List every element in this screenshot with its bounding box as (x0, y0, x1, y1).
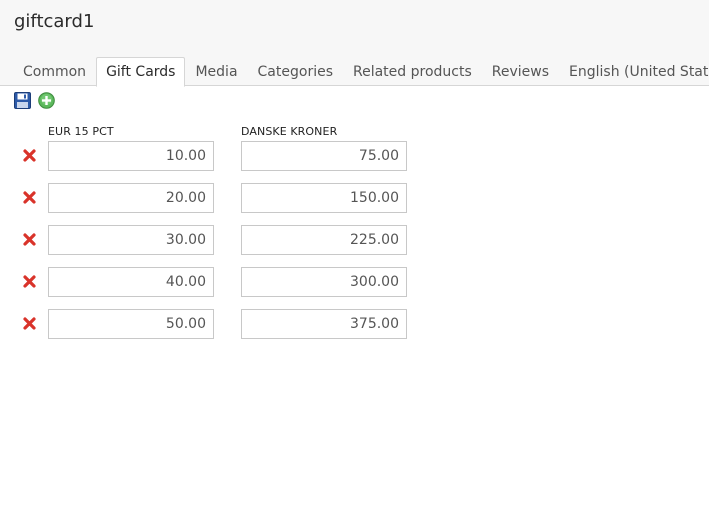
toolbar (14, 91, 62, 109)
dkk-amount-field[interactable]: 225.00 (241, 225, 407, 255)
eur-amount-field[interactable]: 20.00 (48, 183, 214, 213)
add-icon[interactable] (38, 91, 55, 109)
delete-icon[interactable] (23, 233, 36, 246)
delete-icon[interactable] (23, 149, 36, 162)
dkk-amount-field[interactable]: 375.00 (241, 309, 407, 339)
page-header: giftcard1 Common Gift Cards Media Catego… (0, 0, 709, 87)
delete-icon[interactable] (23, 275, 36, 288)
page-title: giftcard1 (14, 11, 95, 32)
tab-categories[interactable]: Categories (248, 57, 343, 85)
column-header-eur: EUR 15 PCT (48, 125, 114, 138)
tab-media[interactable]: Media (185, 57, 247, 85)
tab-gift-cards[interactable]: Gift Cards (96, 57, 186, 87)
delete-icon[interactable] (23, 191, 36, 204)
eur-amount-field[interactable]: 30.00 (48, 225, 214, 255)
dkk-amount-field[interactable]: 150.00 (241, 183, 407, 213)
tab-related-products[interactable]: Related products (343, 57, 482, 85)
tab-bar: Common Gift Cards Media Categories Relat… (13, 57, 709, 87)
save-icon[interactable] (14, 91, 31, 109)
tab-common[interactable]: Common (13, 57, 96, 85)
tab-reviews[interactable]: Reviews (482, 57, 559, 85)
dkk-amount-field[interactable]: 75.00 (241, 141, 407, 171)
column-header-dkk: DANSKE KRONER (241, 125, 338, 138)
eur-amount-field[interactable]: 40.00 (48, 267, 214, 297)
delete-icon[interactable] (23, 317, 36, 330)
eur-amount-field[interactable]: 10.00 (48, 141, 214, 171)
eur-amount-field[interactable]: 50.00 (48, 309, 214, 339)
tab-language[interactable]: English (United States) (559, 57, 709, 85)
dkk-amount-field[interactable]: 300.00 (241, 267, 407, 297)
